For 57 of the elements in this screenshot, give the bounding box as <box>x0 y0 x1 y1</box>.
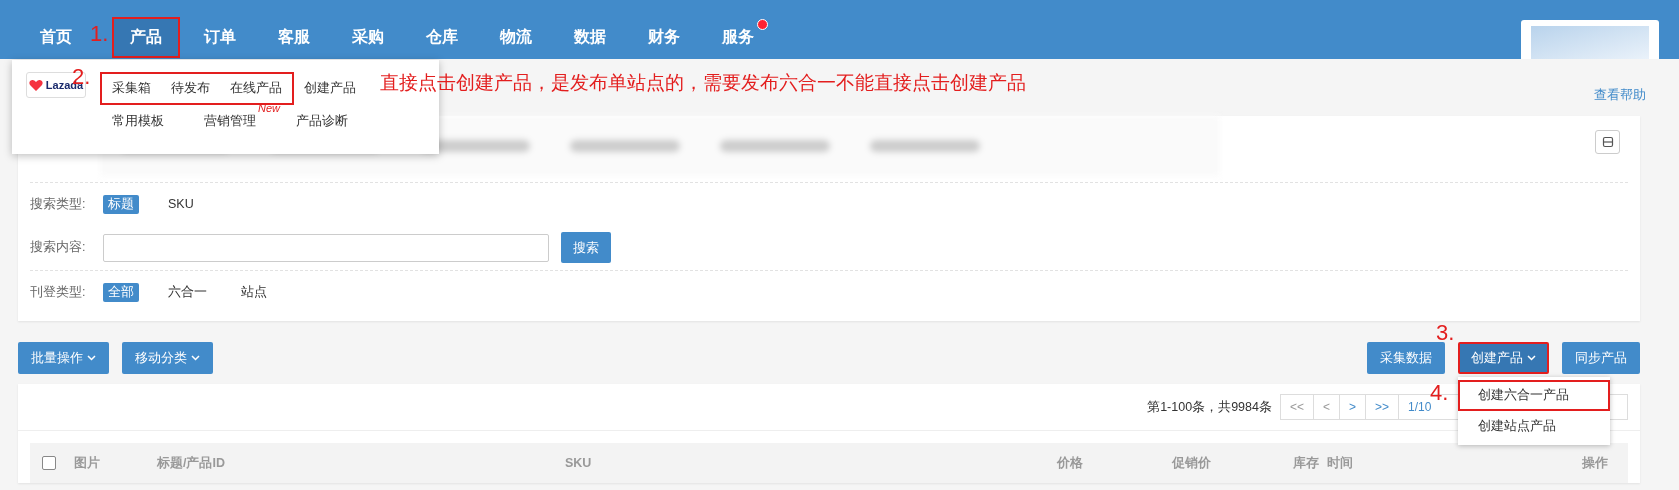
column-header: 价格 <box>1055 454 1084 472</box>
nav-tab[interactable]: 物流 <box>482 17 550 58</box>
dropdown-button[interactable]: 移动分类 <box>122 342 213 374</box>
annotation-number: 3. <box>1436 322 1455 344</box>
collapse-button[interactable] <box>1595 130 1620 154</box>
filter-option[interactable]: 站点 <box>236 282 272 302</box>
chevron-down-icon <box>87 355 96 361</box>
nav-tab[interactable]: 首页 <box>26 17 90 58</box>
column-header: 图片 <box>74 454 101 472</box>
annotation-number: 1. <box>90 23 109 45</box>
column-header: 库存 <box>1292 454 1320 472</box>
menu-item[interactable]: 在线产品 <box>220 76 292 101</box>
column-header: 促销价 <box>1170 454 1212 472</box>
action-button[interactable]: 同步产品 <box>1562 342 1640 374</box>
chevron-down-icon <box>191 355 200 361</box>
checkbox[interactable] <box>42 456 56 470</box>
annotation-note: 直接点击创建产品，是发布单站点的，需要发布六合一不能直接点击创建产品 <box>380 71 1026 95</box>
column-header: SKU <box>565 456 593 470</box>
page-summary: 第1-100条，共9984条 <box>1147 398 1272 416</box>
notification-dot <box>757 19 768 30</box>
filter-label: 搜索类型: <box>30 195 87 213</box>
dropdown-button[interactable]: 创建产品 <box>1458 342 1549 374</box>
column-header: 操作 <box>1581 454 1609 472</box>
new-tag: New <box>258 103 280 114</box>
menu-item[interactable]: 创建六合一产品 <box>1458 380 1610 411</box>
annotation-number: 4. <box>1430 382 1449 404</box>
nav-tab[interactable]: 财务 <box>630 17 698 58</box>
menu-item[interactable]: 采集箱 <box>102 76 161 101</box>
dropdown-button[interactable]: 批量操作 <box>18 342 109 374</box>
menu-item[interactable]: 待发布 <box>161 76 220 101</box>
collapse-icon <box>1601 136 1614 148</box>
pagination-button[interactable]: > <box>1339 395 1366 419</box>
filter-option[interactable]: 标题 <box>103 194 139 214</box>
menu-item[interactable]: 产品诊断 <box>286 109 358 134</box>
filter-option[interactable]: SKU <box>163 196 199 212</box>
nav-tab[interactable]: 数据 <box>556 17 624 58</box>
action-button[interactable]: 采集数据 <box>1367 342 1445 374</box>
menu-item[interactable]: 常用模板 <box>102 109 174 134</box>
filter-option[interactable]: 六合一 <box>163 282 212 302</box>
nav-tab[interactable]: 客服 <box>260 17 328 58</box>
chevron-down-icon <box>1527 355 1536 361</box>
help-link[interactable]: 查看帮助 <box>1594 87 1646 104</box>
menu-item[interactable]: 创建站点产品 <box>1458 411 1610 442</box>
nav-tab[interactable]: 仓库 <box>408 17 476 58</box>
nav-tab[interactable]: 采购 <box>334 17 402 58</box>
filter-label: 刊登类型: <box>30 283 87 301</box>
menu-item[interactable]: 创建产品 <box>294 76 366 101</box>
search-field[interactable] <box>103 233 549 262</box>
nav-tab[interactable]: 订单 <box>186 17 254 58</box>
column-header: 时间 <box>1327 454 1354 472</box>
pagination-button[interactable]: >> <box>1366 395 1399 419</box>
nav-tab[interactable]: 服务 <box>704 17 772 58</box>
nav-tab[interactable]: 产品 <box>112 17 180 58</box>
filter-option[interactable]: 全部 <box>103 282 139 302</box>
search-button[interactable]: 搜索 <box>561 232 611 263</box>
column-header: 标题/产品ID <box>157 454 226 472</box>
filter-label: 搜索内容: <box>30 239 87 256</box>
